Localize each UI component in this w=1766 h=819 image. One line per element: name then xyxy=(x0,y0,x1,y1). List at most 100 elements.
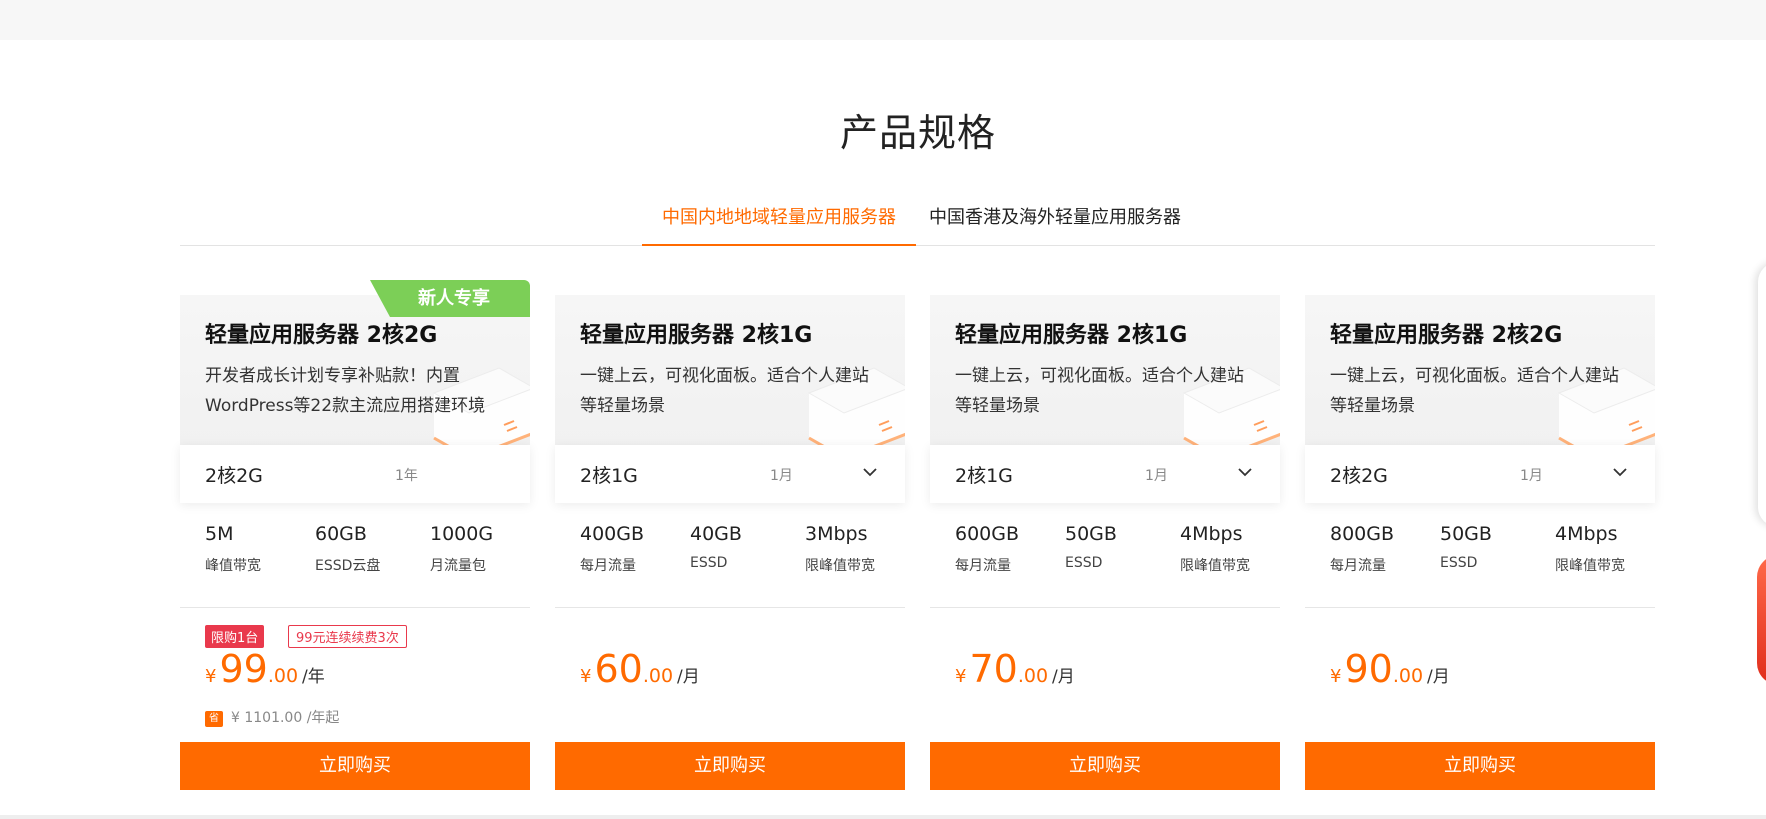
spec-value: 50GB xyxy=(1440,523,1492,545)
product-card: 轻量应用服务器 2核1G 一键上云，可视化面板。适合个人建站等轻量场景 2核1G… xyxy=(930,295,1280,790)
price-currency: ¥ xyxy=(1330,666,1342,687)
spec-value: 60GB xyxy=(315,523,367,545)
chevron-down-icon[interactable] xyxy=(1238,467,1252,477)
top-banner-strip xyxy=(0,0,1766,40)
spec-value: 50GB xyxy=(1065,523,1117,545)
card-description: 一键上云，可视化面板。适合个人建站等轻量场景 xyxy=(580,366,869,416)
section-title: 产品规格 xyxy=(839,111,996,155)
buy-now-button[interactable]: 立即购买 xyxy=(1305,742,1655,790)
price: ¥90.00/月 xyxy=(1330,647,1450,691)
config-selector[interactable]: 2核1G 1月 xyxy=(930,445,1280,503)
divider xyxy=(555,607,905,608)
price: ¥60.00/月 xyxy=(580,647,700,691)
floating-promo-tab[interactable] xyxy=(1757,555,1766,685)
spec-item: 1000G 月流量包 xyxy=(430,523,493,575)
spec-item: 4Mbps 限峰值带宽 xyxy=(1555,523,1625,575)
price-integer: 70 xyxy=(969,647,1018,691)
config-value: 2核2G xyxy=(1330,465,1388,487)
spec-item: 600GB 每月流量 xyxy=(955,523,1019,575)
card-description: 一键上云，可视化面板。适合个人建站等轻量场景 xyxy=(1330,366,1619,416)
spec-item: 800GB 每月流量 xyxy=(1330,523,1394,575)
spec-value: 4Mbps xyxy=(1180,523,1243,545)
spec-value: 600GB xyxy=(955,523,1020,545)
card-header: 轻量应用服务器 2核1G 一键上云，可视化面板。适合个人建站等轻量场景 xyxy=(930,295,1280,445)
price: ¥70.00/月 xyxy=(955,647,1075,691)
original-price: ¥ 1101.00 /年起 xyxy=(231,710,340,726)
spec-value: 4Mbps xyxy=(1555,523,1618,545)
spec-label: 每月流量 xyxy=(1330,558,1386,574)
new-user-badge: 新人专享 xyxy=(370,280,530,317)
spec-label: 月流量包 xyxy=(430,558,486,574)
duration-value: 1月 xyxy=(770,468,793,484)
spec-value: 40GB xyxy=(690,523,742,545)
card-header: 轻量应用服务器 2核2G 一键上云，可视化面板。适合个人建站等轻量场景 xyxy=(1305,295,1655,445)
buy-now-button[interactable]: 立即购买 xyxy=(930,742,1280,790)
spec-label: ESSD云盘 xyxy=(315,558,381,574)
config-value: 2核2G xyxy=(205,465,263,487)
product-card: 轻量应用服务器 2核1G 一键上云，可视化面板。适合个人建站等轻量场景 2核1G… xyxy=(555,295,905,790)
card-title: 轻量应用服务器 2核2G xyxy=(1330,323,1563,348)
price-currency: ¥ xyxy=(205,666,217,687)
config-value: 2核1G xyxy=(580,465,638,487)
price-unit: /月 xyxy=(1427,667,1450,687)
spec-value: 800GB xyxy=(1330,523,1395,545)
spec-item: 5M 峰值带宽 xyxy=(205,523,261,575)
spec-item: 3Mbps 限峰值带宽 xyxy=(805,523,875,575)
price-unit: /月 xyxy=(677,667,700,687)
price-decimal: .00 xyxy=(267,665,299,687)
tab-hongkong-overseas[interactable]: 中国香港及海外轻量应用服务器 xyxy=(929,204,1181,244)
product-card: 轻量应用服务器 2核2G 开发者成长计划专享补贴款！内置WordPress等22… xyxy=(180,280,530,790)
price: ¥99.00/年 xyxy=(205,647,325,691)
config-selector[interactable]: 2核1G 1月 xyxy=(555,445,905,503)
tab-mainland-china[interactable]: 中国内地地域轻量应用服务器 xyxy=(642,204,916,246)
card-title: 轻量应用服务器 2核2G xyxy=(205,323,438,348)
price-decimal: .00 xyxy=(1017,665,1049,687)
spec-item: 60GB ESSD云盘 xyxy=(315,523,380,575)
price-integer: 90 xyxy=(1344,647,1393,691)
config-selector[interactable]: 2核2G 1年 xyxy=(180,445,530,503)
spec-label: 限峰值带宽 xyxy=(1180,558,1250,574)
savings-info: 省 ¥ 1101.00 /年起 xyxy=(205,707,339,727)
product-card: 轻量应用服务器 2核2G 一键上云，可视化面板。适合个人建站等轻量场景 2核2G… xyxy=(1305,295,1655,790)
config-selector[interactable]: 2核2G 1月 xyxy=(1305,445,1655,503)
spec-item: 50GB ESSD xyxy=(1065,523,1117,571)
spec-item: 50GB ESSD xyxy=(1440,523,1492,571)
spec-item: 400GB 每月流量 xyxy=(580,523,644,575)
spec-value: 400GB xyxy=(580,523,645,545)
divider xyxy=(1305,607,1655,608)
divider xyxy=(180,607,530,608)
price-currency: ¥ xyxy=(580,666,592,687)
card-description: 开发者成长计划专享补贴款！内置WordPress等22款主流应用搭建环境 xyxy=(205,366,486,416)
chevron-down-icon[interactable] xyxy=(863,467,877,477)
spec-label: ESSD xyxy=(1440,555,1478,571)
buy-now-button[interactable]: 立即购买 xyxy=(555,742,905,790)
card-header: 轻量应用服务器 2核1G 一键上云，可视化面板。适合个人建站等轻量场景 xyxy=(555,295,905,445)
spec-item: 4Mbps 限峰值带宽 xyxy=(1180,523,1250,575)
chevron-down-icon[interactable] xyxy=(1613,467,1627,477)
buy-now-button[interactable]: 立即购买 xyxy=(180,742,530,790)
spec-label: 每月流量 xyxy=(580,558,636,574)
region-tabs: 中国内地地域轻量应用服务器 中国香港及海外轻量应用服务器 xyxy=(180,200,1655,246)
renewal-offer-tag: 99元连续续费3次 xyxy=(288,625,407,648)
save-icon: 省 xyxy=(205,711,223,727)
divider xyxy=(930,607,1280,608)
spec-label: ESSD xyxy=(690,555,728,571)
card-title: 轻量应用服务器 2核1G xyxy=(955,323,1188,348)
spec-label: ESSD xyxy=(1065,555,1103,571)
card-title: 轻量应用服务器 2核1G xyxy=(580,323,813,348)
spec-label: 每月流量 xyxy=(955,558,1011,574)
duration-value: 1年 xyxy=(395,468,418,484)
price-integer: 99 xyxy=(219,647,268,691)
price-unit: /年 xyxy=(302,667,325,687)
duration-value: 1月 xyxy=(1520,468,1543,484)
spec-item: 40GB ESSD xyxy=(690,523,742,571)
card-description: 一键上云，可视化面板。适合个人建站等轻量场景 xyxy=(955,366,1244,416)
price-currency: ¥ xyxy=(955,666,967,687)
duration-value: 1月 xyxy=(1145,468,1168,484)
spec-label: 限峰值带宽 xyxy=(1555,558,1625,574)
purchase-limit-tag: 限购1台 xyxy=(205,625,265,648)
bottom-border xyxy=(0,815,1766,819)
price-decimal: .00 xyxy=(1392,665,1424,687)
floating-side-panel[interactable] xyxy=(1758,262,1766,527)
spec-value: 1000G xyxy=(430,523,494,545)
